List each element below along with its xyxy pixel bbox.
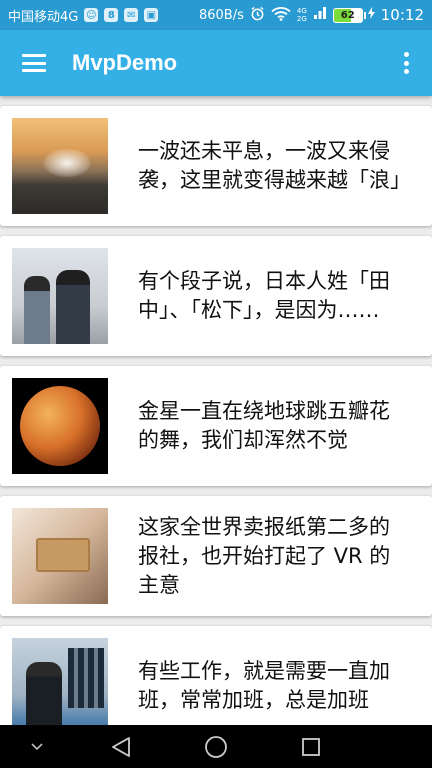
news-title: 有些工作，就是需要一直加班，常常加班，总是加班 (138, 659, 390, 712)
alarm-icon (250, 6, 265, 25)
news-thumbnail (12, 118, 108, 214)
news-title: 有个段子说，日本人姓「田中」、「松下」，是因为…… (138, 269, 390, 322)
news-thumbnail (12, 248, 108, 344)
news-list[interactable]: 一波还未平息，一波又来侵袭，这里就变得越来越「浪」 有个段子说，日本人姓「田中」… (0, 96, 432, 725)
hamburger-menu-icon[interactable] (22, 54, 46, 72)
status-bar: 中国移动4G ☺ 8 ✉ ▣ 860B/s 4G 2G 62 10:12 (0, 0, 432, 30)
net-top-label: 4G (296, 7, 307, 15)
battery-percent: 62 (340, 9, 355, 21)
news-card[interactable]: 有个段子说，日本人姓「田中」、「松下」，是因为…… (0, 236, 432, 356)
charging-icon (367, 7, 375, 23)
news-card[interactable]: 这家全世界卖报纸第二多的报社，也开始打起了 VR 的主意 (0, 496, 432, 616)
news-thumbnail (12, 508, 108, 604)
app-bar: MvpDemo (0, 30, 432, 96)
back-icon[interactable] (104, 725, 138, 768)
qq-notification-icon: ☺ (84, 8, 99, 22)
home-icon[interactable] (199, 725, 233, 768)
wifi-icon (271, 6, 291, 25)
signal-bars-icon (313, 6, 327, 24)
overflow-menu-icon[interactable] (402, 52, 410, 74)
battery-icon: 62 (332, 7, 375, 23)
recents-icon[interactable] (294, 725, 328, 768)
clock: 10:12 (380, 6, 424, 24)
news-title: 金星一直在绕地球跳五瓣花的舞，我们却浑然不觉 (138, 399, 390, 452)
news-title: 这家全世界卖报纸第二多的报社，也开始打起了 VR 的主意 (138, 514, 391, 597)
navigation-bar (0, 725, 432, 768)
carrier-label: 中国移动4G (8, 9, 79, 25)
news-thumbnail (12, 378, 108, 474)
app-notification-icon: 8 (104, 8, 119, 22)
gallery-notification-icon: ▣ (144, 8, 159, 22)
message-notification-icon: ✉ (124, 8, 139, 22)
news-thumbnail (12, 638, 108, 725)
news-card[interactable]: 一波还未平息，一波又来侵袭，这里就变得越来越「浪」 (0, 106, 432, 226)
app-title: MvpDemo (72, 50, 178, 75)
net-bottom-label: 2G (296, 15, 307, 23)
network-speed: 860B/s (198, 7, 244, 23)
news-card[interactable]: 金星一直在绕地球跳五瓣花的舞，我们却浑然不觉 (0, 366, 432, 486)
news-card[interactable]: 有些工作，就是需要一直加班，常常加班，总是加班 (0, 626, 432, 725)
collapse-chevron-icon[interactable] (26, 725, 48, 768)
news-title: 一波还未平息，一波又来侵袭，这里就变得越来越「浪」 (138, 139, 411, 192)
signal-icon: 4G 2G (297, 7, 307, 23)
